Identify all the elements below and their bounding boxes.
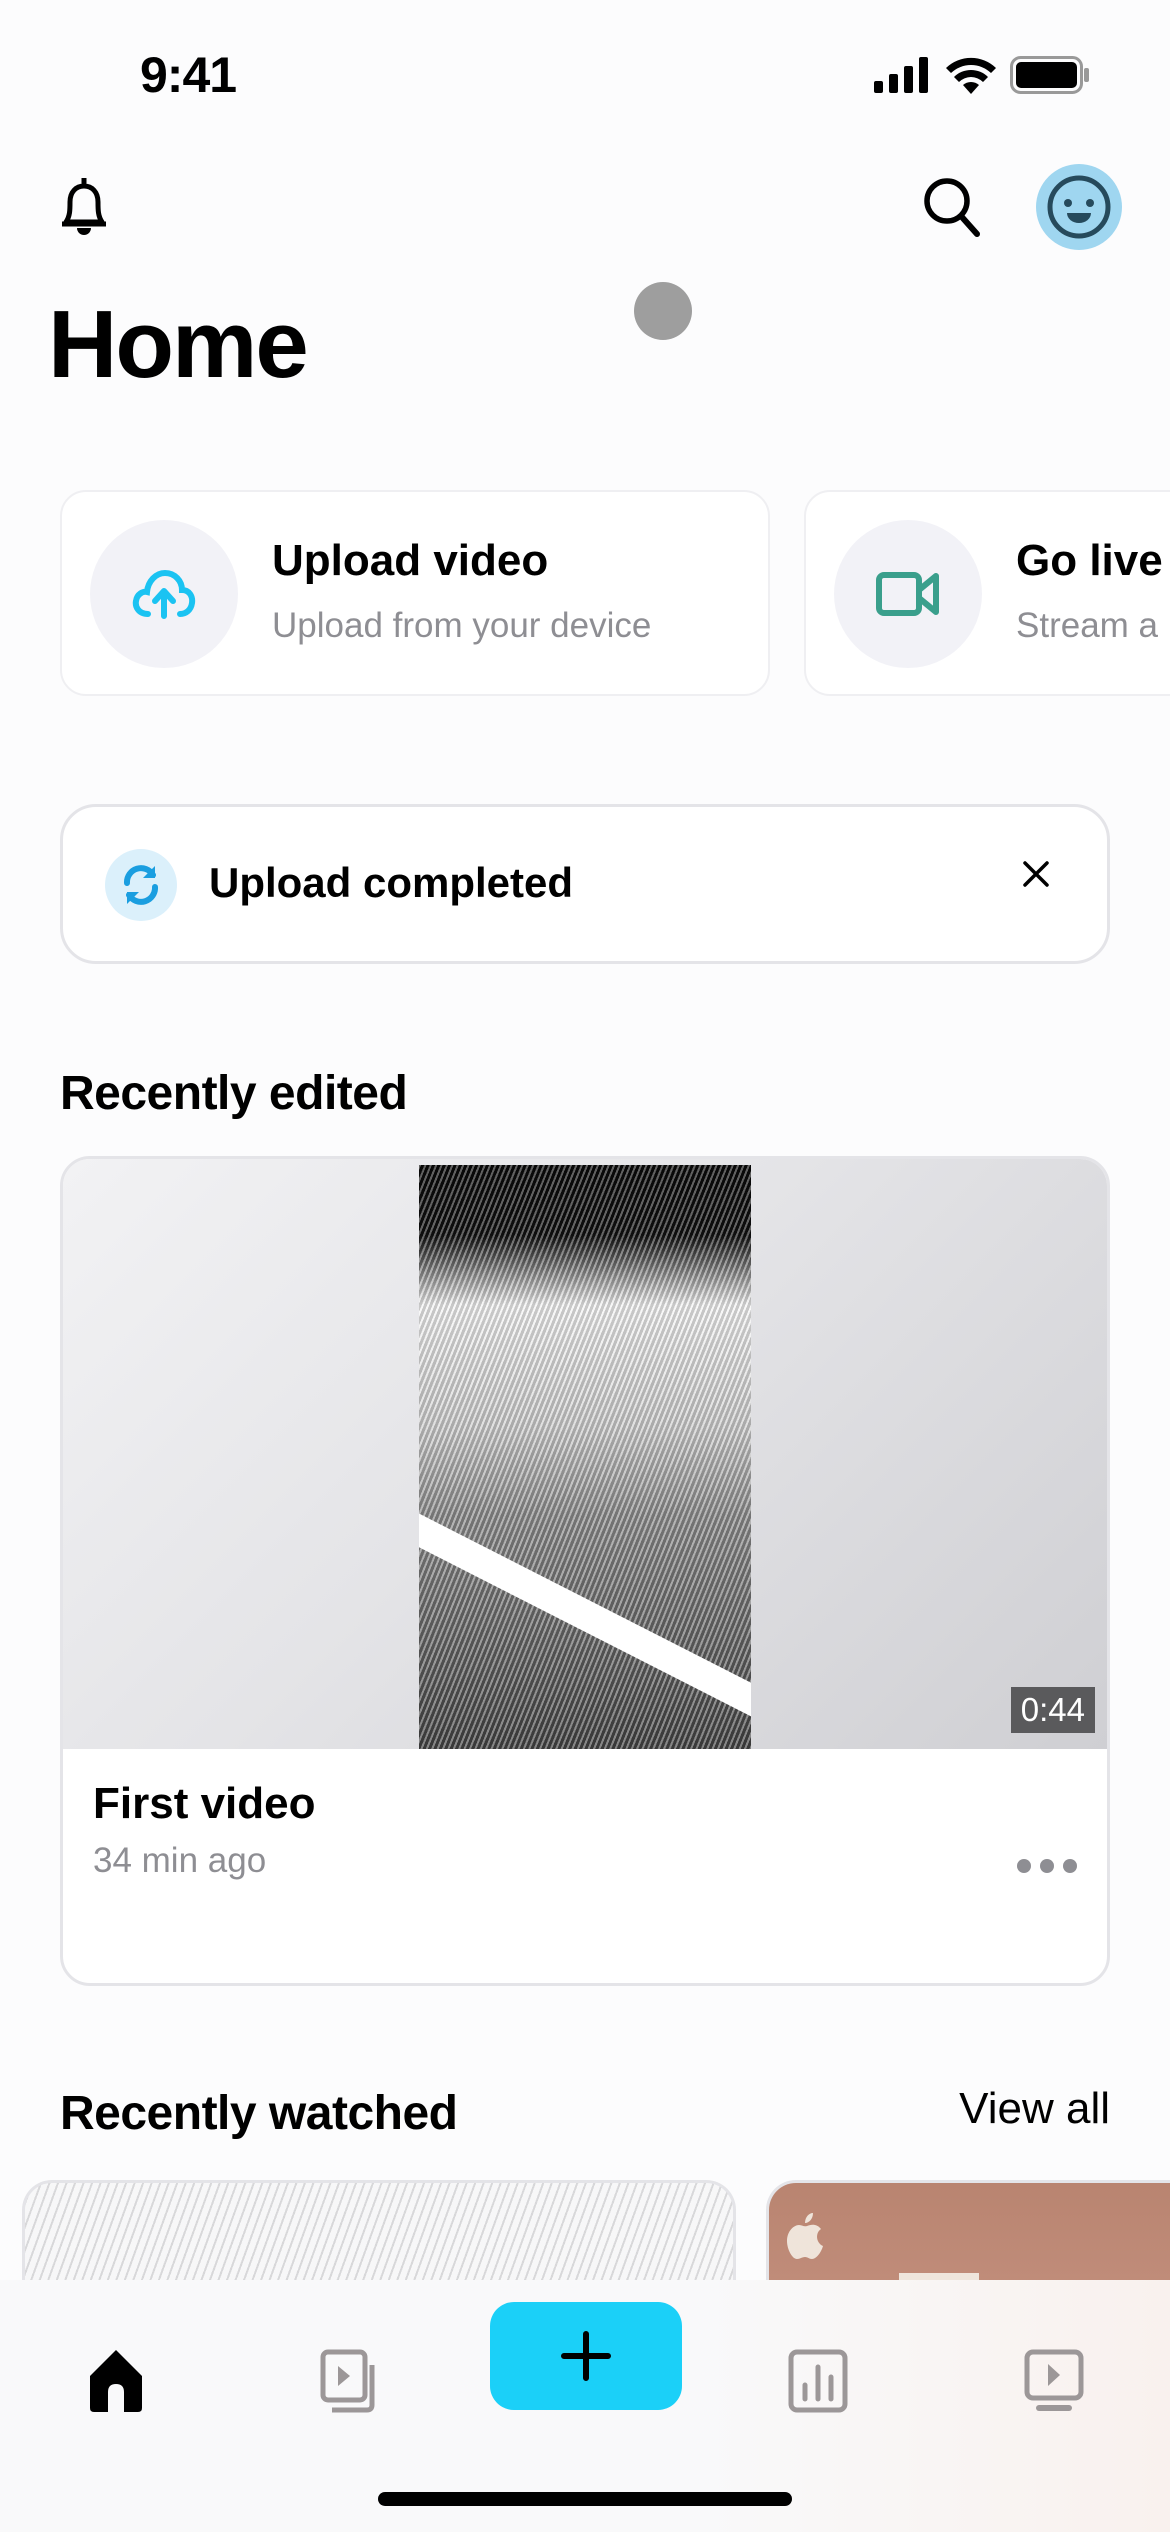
sync-icon (124, 865, 158, 905)
avatar[interactable] (1036, 164, 1122, 250)
go-live-card[interactable]: Go live Stream a (804, 490, 1170, 696)
go-live-title: Go live (1016, 536, 1163, 585)
upload-status-label: Upload completed (209, 859, 574, 906)
plus-icon (561, 2331, 611, 2381)
tab-videos[interactable] (290, 2326, 410, 2436)
recently-watched-heading: Recently watched (60, 2087, 458, 2140)
smiley-avatar-icon (1047, 175, 1111, 239)
search-button[interactable] (922, 176, 982, 243)
go-live-subtitle: Stream a (1016, 606, 1158, 645)
upload-video-subtitle: Upload from your device (272, 606, 652, 645)
sync-icon-container (105, 849, 177, 921)
wifi-icon (946, 57, 996, 94)
video-frame-image (419, 1165, 751, 1749)
tab-home[interactable] (56, 2326, 176, 2436)
bell-icon (62, 178, 106, 235)
video-camera-icon (876, 572, 939, 616)
home-indicator[interactable] (378, 2492, 792, 2506)
search-icon (924, 178, 980, 237)
status-time: 9:41 (140, 47, 237, 103)
more-dot-icon (1017, 1859, 1031, 1873)
video-timestamp: 34 min ago (93, 1841, 267, 1880)
create-button[interactable] (490, 2302, 682, 2410)
notifications-button[interactable] (56, 176, 112, 245)
upload-video-card[interactable]: Upload video Upload from your device (60, 490, 770, 696)
more-dot-icon (1040, 1859, 1054, 1873)
signal-icon (874, 57, 928, 93)
page-title: Home (48, 291, 309, 398)
tab-analytics[interactable] (758, 2326, 878, 2436)
video-duration: 0:44 (1010, 1687, 1095, 1733)
upload-video-title: Upload video (272, 536, 549, 585)
channel-icon (1024, 2349, 1084, 2411)
cloud-upload-icon (132, 569, 196, 619)
status-icons (874, 56, 1090, 94)
touch-indicator (634, 282, 692, 340)
home-icon (90, 2350, 142, 2412)
video-library-icon (320, 2349, 375, 2413)
upload-status-banner: Upload completed (60, 804, 1110, 964)
upload-icon-container (90, 520, 238, 668)
more-options-button[interactable] (1017, 1859, 1077, 1873)
view-all-link[interactable]: View all (959, 2084, 1110, 2134)
recent-video-card[interactable]: 0:44 First video 34 min ago (60, 1156, 1110, 1986)
video-title: First video (93, 1779, 316, 1828)
video-thumbnail[interactable]: 0:44 (63, 1159, 1107, 1749)
go-live-icon-container (834, 520, 982, 668)
close-icon (1023, 861, 1049, 887)
analytics-icon (788, 2349, 848, 2413)
tab-channel[interactable] (994, 2326, 1114, 2436)
apple-logo-icon (787, 2213, 823, 2259)
recently-edited-heading: Recently edited (60, 1067, 408, 1120)
battery-icon (1010, 56, 1089, 94)
dismiss-banner-button[interactable] (1021, 859, 1051, 894)
more-dot-icon (1063, 1859, 1077, 1873)
